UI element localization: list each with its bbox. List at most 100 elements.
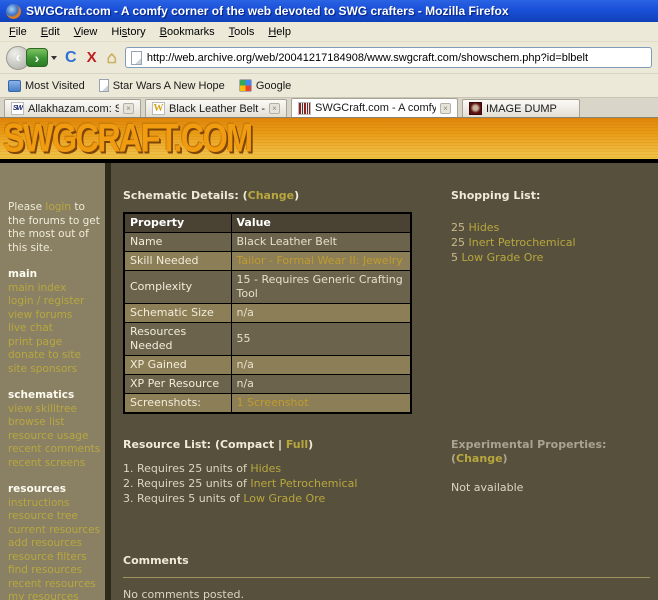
experimental-properties-heading: Experimental Properties: (Change) (451, 438, 607, 465)
tab-allakhazam[interactable]: SW Allakhazam.com: Star Wars G... × (4, 99, 141, 117)
sidebar-item-current-resources[interactable]: current resources (8, 524, 101, 538)
compact-view-option[interactable]: Compact (220, 438, 274, 451)
sidebar-section-main: main (8, 268, 38, 280)
window-titlebar: SWGCraft.com - A comfy corner of the web… (0, 0, 658, 22)
google-icon (238, 79, 252, 92)
shopping-item: 25 Inert Petrochemical (451, 236, 576, 249)
skill-needed-link[interactable]: Tailor - Formal Wear II: Jewelry (237, 254, 403, 267)
imagedump-favicon (469, 102, 482, 115)
menu-history[interactable]: History (104, 24, 152, 40)
sidebar-item-find-resources[interactable]: find resources (8, 564, 101, 578)
sidebar-item-view-forums[interactable]: view forums (8, 309, 101, 323)
table-row: Skill Needed Tailor - Formal Wear II: Je… (123, 251, 412, 271)
wiki-favicon: W (152, 102, 165, 115)
sidebar-item-main-index[interactable]: main index (8, 282, 101, 296)
menu-help[interactable]: Help (261, 24, 298, 40)
sidebar-item-browse-list[interactable]: browse list (8, 416, 101, 430)
sidebar: Please login to the forums to get the mo… (0, 163, 111, 600)
table-row: Complexity 15 - Requires Generic Craftin… (123, 270, 412, 304)
resource-link-hides[interactable]: Hides (469, 221, 500, 234)
sidebar-item-sponsors[interactable]: site sponsors (8, 363, 101, 377)
sidebar-item-recent-resources[interactable]: recent resources (8, 578, 101, 592)
schematic-table: Property Value Name Black Leather Belt S… (123, 212, 412, 414)
sidebar-intro: Please login to the forums to get the mo… (8, 201, 100, 254)
menu-bar: File Edit View History Bookmarks Tools H… (0, 22, 658, 42)
url-bar[interactable]: http://web.archive.org/web/2004121718490… (124, 47, 652, 68)
shopping-list-heading: Shopping List: (451, 189, 541, 202)
sidebar-item-resource-usage[interactable]: resource usage (8, 430, 101, 444)
resource-link-inert-petrochemical[interactable]: Inert Petrochemical (250, 477, 357, 490)
page-content: Please login to the forums to get the mo… (0, 163, 658, 600)
comments-empty-text: No comments posted. (123, 588, 244, 600)
sidebar-item-add-resources[interactable]: add resources (8, 537, 101, 551)
resource-line: 1. Requires 25 units of Hides (123, 462, 282, 475)
table-header-row: Property Value (123, 212, 412, 233)
sidebar-item-live-chat[interactable]: live chat (8, 322, 101, 336)
sidebar-item-resource-filters[interactable]: resource filters (8, 551, 101, 565)
shopping-item: 25 Hides (451, 221, 500, 234)
tab-close-icon[interactable]: × (123, 103, 134, 114)
stop-button[interactable]: X (85, 49, 99, 66)
sidebar-section-schematics: schematics (8, 389, 75, 401)
home-button[interactable]: ⌂ (105, 48, 119, 68)
bookmark-star-wars[interactable]: Star Wars A New Hope (98, 79, 225, 92)
tab-image-dump[interactable]: IMAGE DUMP (462, 99, 580, 117)
table-row: Schematic Size n/a (123, 303, 412, 323)
table-row: XP Per Resource n/a (123, 374, 412, 394)
menu-view[interactable]: View (67, 24, 105, 40)
resource-link-inert-petrochemical[interactable]: Inert Petrochemical (469, 236, 576, 249)
sidebar-item-login-register[interactable]: login / register (8, 295, 101, 309)
sidebar-item-my-resources[interactable]: my resources (8, 591, 101, 600)
resource-link-hides[interactable]: Hides (250, 462, 281, 475)
resource-line: 3. Requires 5 units of Low Grade Ore (123, 492, 326, 505)
bookmark-google[interactable]: Google (238, 79, 291, 92)
site-banner: SWGCRAFT.COM (0, 118, 658, 159)
table-row: XP Gained n/a (123, 355, 412, 375)
login-link[interactable]: login (45, 201, 71, 213)
table-row: Resources Needed 55 (123, 322, 412, 356)
sidebar-item-print-page[interactable]: print page (8, 336, 101, 350)
window-title: SWGCraft.com - A comfy corner of the web… (26, 4, 509, 18)
most-visited-icon (8, 79, 21, 92)
resource-list-heading: Resource List: (Compact | Full) (123, 438, 314, 451)
sidebar-item-recent-screens[interactable]: recent screens (8, 457, 101, 471)
tab-close-icon[interactable]: × (269, 103, 280, 114)
sidebar-item-instructions[interactable]: instructions (8, 497, 101, 511)
sidebar-section-resources: resources (8, 483, 67, 495)
tab-close-icon[interactable]: × (440, 102, 451, 114)
main-content: Schematic Details: (Change) Property Val… (111, 163, 658, 600)
tab-swg-wiki[interactable]: W Black Leather Belt - SWG Wiki... × (145, 99, 287, 117)
page-icon (130, 50, 142, 65)
screenshot-link[interactable]: 1 Screenshot (237, 396, 309, 409)
bookmark-most-visited[interactable]: Most Visited (8, 79, 85, 92)
menu-tools[interactable]: Tools (222, 24, 262, 40)
sidebar-item-resource-tree[interactable]: resource tree (8, 510, 101, 524)
menu-bookmarks[interactable]: Bookmarks (153, 24, 222, 40)
resource-link-low-grade-ore[interactable]: Low Grade Ore (462, 251, 544, 264)
refresh-button[interactable]: C (63, 49, 79, 67)
forward-dropdown-icon[interactable] (51, 55, 57, 60)
sidebar-item-view-skilltree[interactable]: view skilltree (8, 403, 101, 417)
tab-bar: SW Allakhazam.com: Star Wars G... × W Bl… (0, 98, 658, 118)
full-view-link[interactable]: Full (286, 438, 308, 451)
resource-line: 2. Requires 25 units of Inert Petrochemi… (123, 477, 358, 490)
tab-swgcraft-active[interactable]: SWGCraft.com - A comfy cor... × (291, 98, 458, 117)
allakhazam-sw-favicon: SW (11, 102, 24, 115)
forward-button[interactable]: › (26, 48, 48, 67)
sidebar-item-recent-comments[interactable]: recent comments (8, 443, 101, 457)
divider (123, 577, 650, 578)
shopping-item: 5 Low Grade Ore (451, 251, 544, 264)
table-row: Name Black Leather Belt (123, 232, 412, 252)
menu-edit[interactable]: Edit (34, 24, 67, 40)
experimental-body: Not available (451, 481, 524, 494)
resource-link-low-grade-ore[interactable]: Low Grade Ore (243, 492, 325, 505)
experimental-change-link[interactable]: Change (456, 452, 503, 465)
sidebar-item-donate[interactable]: donate to site (8, 349, 101, 363)
comments-section: Comments No comments posted. You must be… (123, 554, 650, 600)
bookmarks-toolbar: Most Visited Star Wars A New Hope Google (0, 74, 658, 98)
schematic-change-link[interactable]: Change (248, 189, 295, 202)
navigation-toolbar: ‹ › C X ⌂ http://web.archive.org/web/200… (0, 42, 658, 74)
url-text[interactable]: http://web.archive.org/web/2004121718490… (147, 52, 588, 64)
schematic-details-heading: Schematic Details: (Change) (123, 189, 300, 202)
menu-file[interactable]: File (2, 24, 34, 40)
